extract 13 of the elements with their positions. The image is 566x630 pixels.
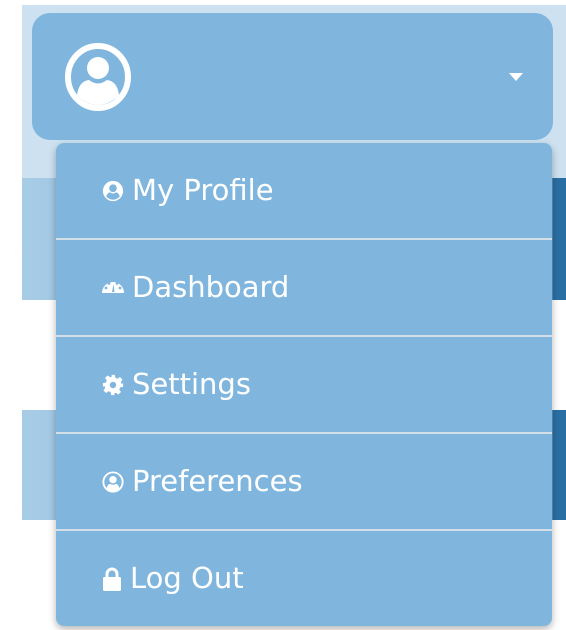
- gauge-icon: [102, 282, 124, 293]
- lock-icon: [102, 566, 122, 592]
- user-circle-icon: [102, 470, 124, 492]
- menu-item[interactable]: Log Out: [56, 531, 552, 626]
- menu-item[interactable]: My Profile: [56, 143, 552, 238]
- menu-item[interactable]: Dashboard: [56, 240, 552, 335]
- menu-item[interactable]: Preferences: [56, 434, 552, 529]
- user-avatar-icon: [65, 42, 131, 110]
- gear-icon: [102, 374, 124, 396]
- user-menu-button[interactable]: [32, 13, 553, 140]
- user-icon: [102, 180, 124, 202]
- caret-icon: [509, 72, 523, 80]
- menu-item[interactable]: Settings: [56, 337, 552, 432]
